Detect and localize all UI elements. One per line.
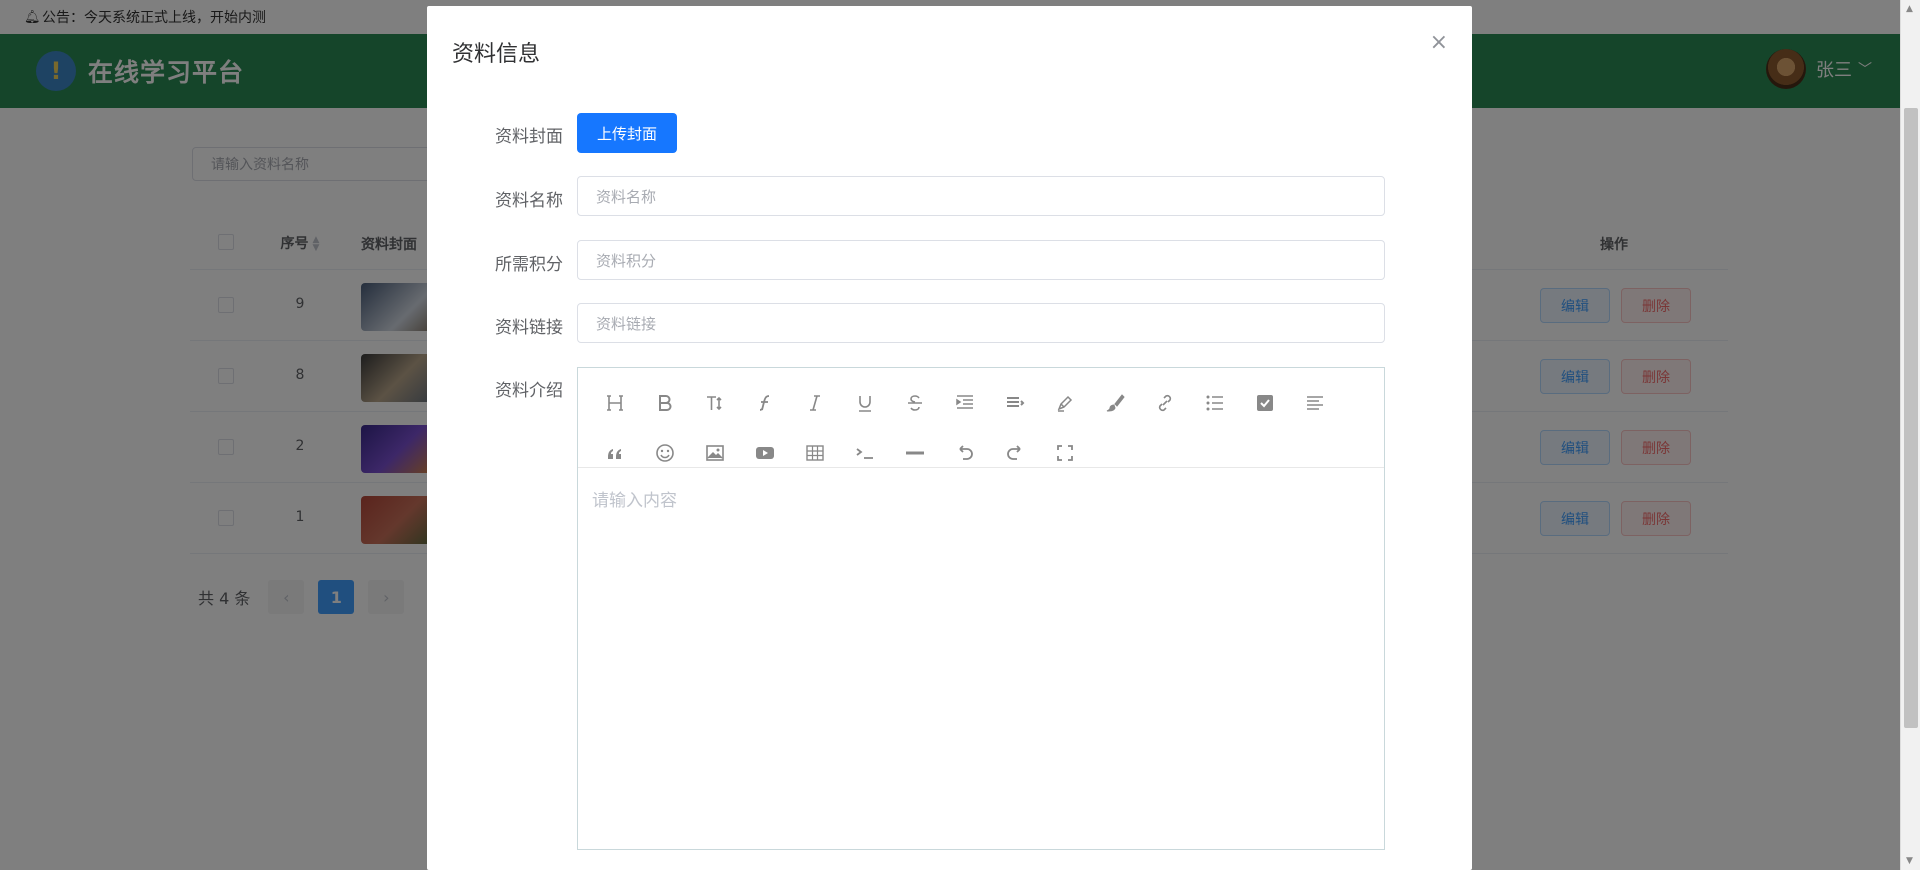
rich-text-editor[interactable]: 请输入内容 [577,367,1385,850]
list-icon[interactable] [1190,383,1240,423]
code-icon[interactable] [840,433,890,473]
emoji-icon[interactable] [640,433,690,473]
font-size-icon[interactable] [690,383,740,423]
toolbar-row [590,378,1384,428]
scrollbar[interactable]: ▲ ▼ [1900,0,1920,870]
editor-placeholder: 请输入内容 [592,491,677,511]
underline-icon[interactable] [840,383,890,423]
heading-icon[interactable] [590,383,640,423]
quote-icon[interactable] [590,433,640,473]
material-dialog: 资料信息 × 资料封面 上传封面 资料名称 资料名称 所需积分 资料积分 资料链… [427,6,1472,870]
link-input[interactable]: 资料链接 [577,303,1385,343]
intro-label: 资料介绍 [495,381,563,401]
bold-icon[interactable] [640,383,690,423]
scroll-up-icon[interactable]: ▲ [1906,4,1913,14]
scroll-thumb[interactable] [1904,108,1918,728]
video-icon[interactable] [740,433,790,473]
close-icon[interactable]: × [1430,32,1448,54]
redo-icon[interactable] [990,433,1040,473]
dialog-title: 资料信息 [452,42,541,67]
cover-label: 资料封面 [495,127,563,147]
link-icon[interactable] [1140,383,1190,423]
link-label: 资料链接 [495,318,563,338]
image-icon[interactable] [690,433,740,473]
table-icon[interactable] [790,433,840,473]
toolbar-row [590,428,1384,478]
scroll-down-icon[interactable]: ▼ [1906,856,1913,866]
fullscreen-icon[interactable] [1040,433,1090,473]
score-label: 所需积分 [495,255,563,275]
strikethrough-icon[interactable] [890,383,940,423]
font-family-icon[interactable] [740,383,790,423]
editor-toolbar [578,368,1384,468]
indent-icon[interactable] [940,383,990,423]
background-color-icon[interactable] [1090,383,1140,423]
upload-cover-button[interactable]: 上传封面 [577,113,677,153]
italic-icon[interactable] [790,383,840,423]
name-label: 资料名称 [495,191,563,211]
font-color-icon[interactable] [1040,383,1090,423]
divider-icon[interactable] [890,433,940,473]
justify-icon[interactable] [1290,383,1340,423]
todo-icon[interactable] [1240,383,1290,423]
score-input[interactable]: 资料积分 [577,240,1385,280]
line-height-icon[interactable] [990,383,1040,423]
undo-icon[interactable] [940,433,990,473]
name-input[interactable]: 资料名称 [577,176,1385,216]
